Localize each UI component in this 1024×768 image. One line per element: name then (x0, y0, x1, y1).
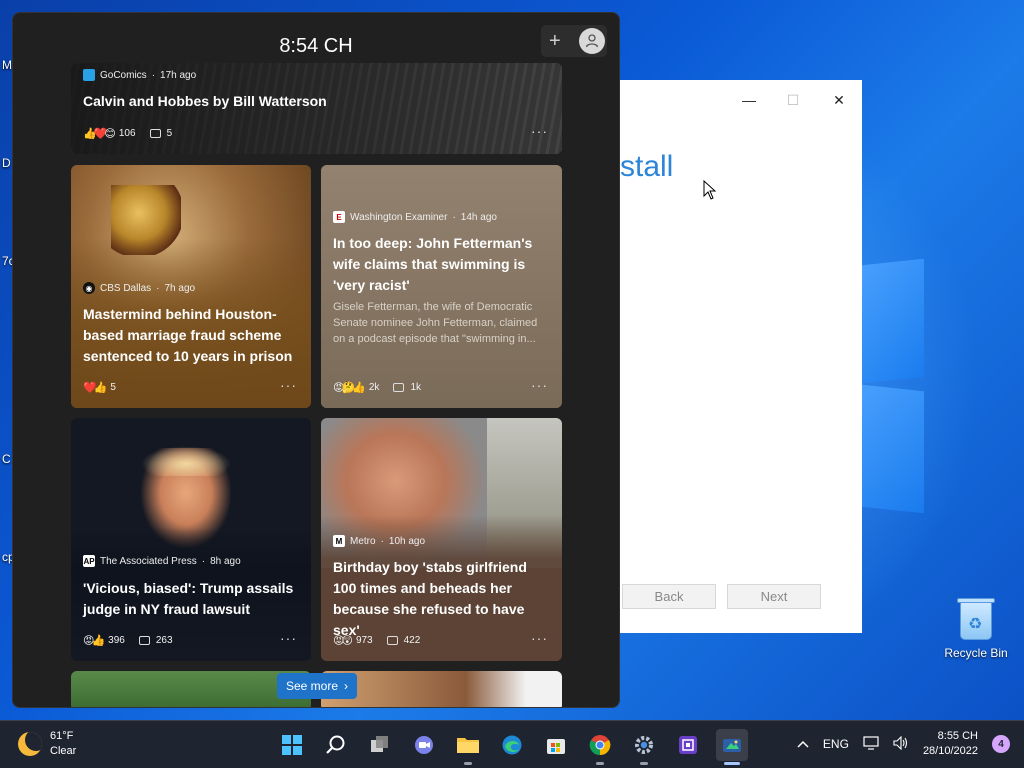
widgets-panel: 8:54 CH + GoComics · 17h ago Calvin and Ho… (12, 12, 620, 708)
metro-logo-icon: M (333, 535, 345, 547)
see-more-button[interactable]: See more › (277, 673, 357, 699)
system-tray: ENG 8:55 CH 28/10/2022 4 (797, 729, 1010, 759)
reaction-count: 973 (355, 635, 373, 646)
settings-icon[interactable] (628, 729, 660, 765)
gocomics-logo-icon (83, 69, 95, 81)
chat-icon[interactable] (408, 729, 440, 761)
task-view-icon[interactable] (364, 729, 396, 761)
start-icon[interactable] (276, 729, 308, 761)
comment-count: 1k (410, 382, 421, 393)
news-card[interactable]: AP The Associated Press · 8h ago 'Vicious,… (71, 418, 311, 661)
close-button[interactable]: ✕ (816, 86, 862, 114)
user-icon (585, 34, 599, 48)
network-icon[interactable] (863, 735, 879, 753)
news-card[interactable]: M Metro · 10h ago Birthday boy 'stabs girl… (321, 418, 562, 661)
widgets-actions: + (541, 25, 607, 57)
edge-icon[interactable] (496, 729, 528, 761)
card-source: AP The Associated Press · 8h ago (83, 555, 241, 567)
reaction-count: 5 (110, 382, 116, 393)
taskbar-apps (276, 729, 748, 765)
news-card[interactable] (71, 671, 311, 707)
reactions-icon[interactable]: 😡🤔👍 (333, 381, 366, 394)
comment-count: 263 (155, 635, 173, 646)
weather-widget[interactable]: 61°F Clear (18, 729, 76, 759)
back-button[interactable]: Back (622, 584, 716, 609)
recycle-bin[interactable]: ♻ Recycle Bin (940, 596, 1012, 660)
cbs-logo-icon: ◉ (83, 282, 95, 294)
comment-count: 422 (403, 635, 421, 646)
card-meta: 😡👍 396 263 (83, 634, 299, 647)
comment-icon[interactable] (386, 636, 398, 645)
clock-time: 8:55 CH (937, 730, 978, 742)
card-meta: 👍❤️😊 106 5 (83, 127, 550, 140)
desktop-icon-label[interactable]: M (2, 58, 12, 72)
card-meta: 😡😲 973 422 (333, 634, 550, 647)
card-headline[interactable]: Calvin and Hobbes by Bill Watterson (83, 91, 550, 112)
minimize-button[interactable]: — (726, 86, 772, 114)
comment-count: 5 (166, 128, 173, 139)
card-source: GoComics · 17h ago (83, 69, 196, 81)
news-card[interactable] (321, 671, 562, 707)
news-card[interactable]: GoComics · 17h ago Calvin and Hobbes by Bi… (71, 63, 562, 154)
language-indicator[interactable]: ENG (823, 737, 849, 751)
reactions-icon[interactable]: 👍❤️😊 (83, 127, 116, 140)
next-button[interactable]: Next (727, 584, 821, 609)
chevron-up-icon[interactable] (797, 737, 809, 751)
more-options-button[interactable]: ··· (280, 630, 297, 646)
reactions-icon[interactable]: 😡👍 (83, 634, 105, 647)
reactions-icon[interactable]: ❤️👍 (83, 381, 107, 394)
notification-badge[interactable]: 4 (992, 735, 1010, 753)
comment-icon[interactable] (138, 636, 150, 645)
washington-examiner-logo-icon: E (333, 211, 345, 223)
reaction-count: 2k (368, 382, 380, 393)
comment-icon[interactable] (149, 129, 161, 138)
chevron-right-icon: › (344, 679, 349, 693)
maximize-button[interactable]: ☐ (770, 86, 816, 114)
file-explorer-icon[interactable] (452, 729, 484, 765)
mouse-cursor-icon (703, 180, 717, 200)
card-meta: 😡🤔👍 2k 1k (333, 381, 550, 394)
reaction-count: 106 (118, 128, 136, 139)
chrome-icon[interactable] (584, 729, 616, 765)
more-options-button[interactable]: ··· (280, 377, 297, 393)
recycle-bin-icon: ♻ (956, 596, 996, 642)
card-summary: Gisele Fetterman, the wife of Democratic… (333, 301, 538, 345)
weather-condition: Clear (50, 745, 77, 757)
add-widget-button[interactable]: + (549, 31, 561, 51)
card-source: E Washington Examiner · 14h ago (333, 211, 497, 223)
card-meta: ❤️👍 5 (83, 381, 299, 394)
card-source: M Metro · 10h ago (333, 535, 425, 547)
card-source: ◉ CBS Dallas · 7h ago (83, 282, 195, 294)
clock-date: 28/10/2022 (922, 745, 978, 757)
temperature: 61°F (50, 730, 74, 742)
reactions-icon[interactable]: 😡😲 (333, 634, 353, 647)
chip-app-icon[interactable] (672, 729, 704, 761)
desktop-icon-label[interactable]: C (2, 452, 11, 466)
taskbar: 61°F Clear ENG 8:55 CH 28/10/2022 4 (0, 720, 1024, 768)
card-headline[interactable]: Birthday boy 'stabs girlfriend 100 times… (333, 557, 550, 641)
reaction-count: 396 (108, 635, 125, 646)
comment-icon[interactable] (393, 383, 405, 392)
widgets-time: 8:54 CH (279, 35, 353, 57)
more-options-button[interactable]: ··· (531, 630, 548, 646)
news-card[interactable]: E Washington Examiner · 14h ago In too dee… (321, 165, 562, 408)
recycle-bin-label: Recycle Bin (944, 646, 1008, 660)
news-card[interactable]: ◉ CBS Dallas · 7h ago Mastermind behind Ho… (71, 165, 311, 408)
desktop-icon-label[interactable]: D (2, 156, 11, 170)
profile-avatar[interactable] (579, 28, 605, 54)
more-options-button[interactable]: ··· (531, 123, 548, 139)
card-headline[interactable]: Mastermind behind Houston-based marriage… (83, 304, 299, 367)
store-icon[interactable] (540, 729, 572, 761)
snipping-icon[interactable] (716, 729, 748, 765)
moon-icon (18, 732, 42, 756)
search-icon[interactable] (320, 729, 352, 761)
card-headline[interactable]: In too deep: John Fetterman's wife claim… (333, 233, 550, 296)
more-options-button[interactable]: ··· (531, 377, 548, 393)
card-headline[interactable]: 'Vicious, biased': Trump assails judge i… (83, 578, 299, 620)
clock[interactable]: 8:55 CH 28/10/2022 (923, 729, 978, 759)
ap-logo-icon: AP (83, 555, 95, 567)
installer-title: stall (620, 150, 674, 183)
volume-icon[interactable] (893, 735, 909, 753)
installer-window: — ☐ ✕ stall Back Next (612, 80, 862, 633)
